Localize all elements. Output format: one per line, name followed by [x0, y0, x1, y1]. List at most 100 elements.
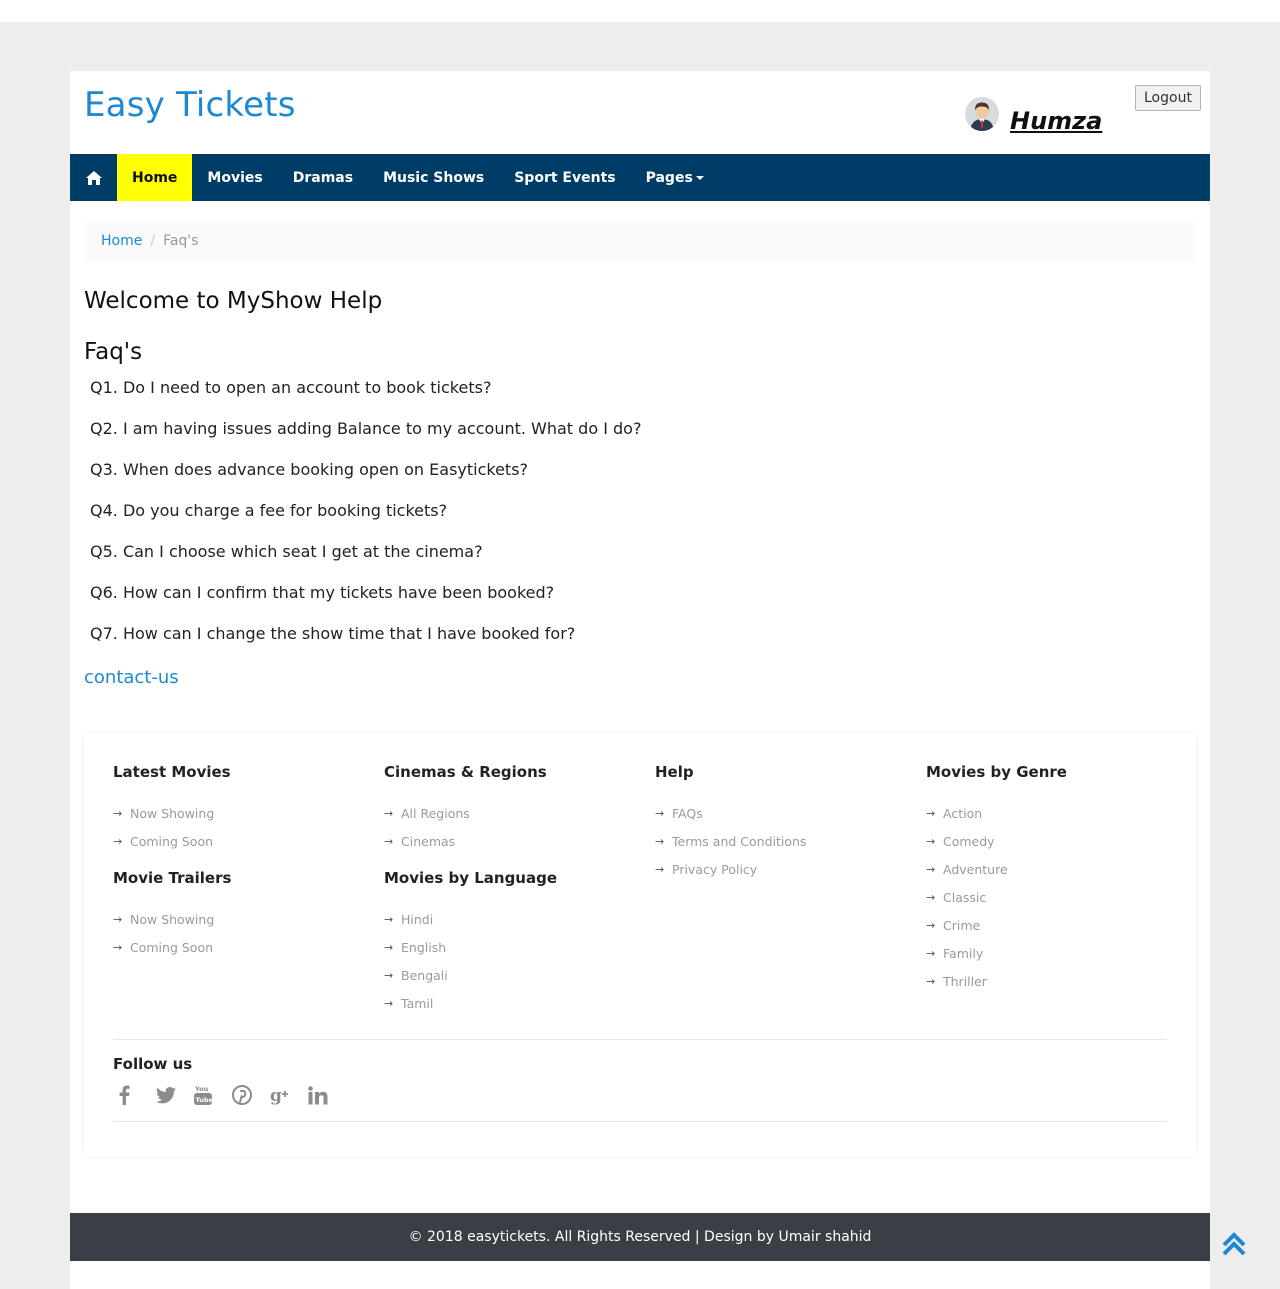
faq-question[interactable]: Q4. Do you charge a fee for booking tick… — [90, 501, 641, 542]
home-icon[interactable] — [70, 154, 117, 201]
arrow-right-icon: → — [926, 946, 936, 960]
footer-list-cinemas-regions: → All Regions → Cinemas — [384, 799, 644, 855]
arrow-right-icon: → — [655, 806, 665, 820]
footer-list-help: → FAQs → Terms and Conditions → Privacy Pol… — [655, 799, 915, 883]
facebook-icon[interactable] — [118, 1081, 156, 1109]
caret-down-icon — [695, 175, 704, 180]
footer-link-label: Crime — [943, 917, 981, 933]
faq-question[interactable]: Q2. I am having issues adding Balance to… — [90, 419, 641, 460]
footer-heading-cinemas-regions: Cinemas & Regions — [384, 763, 547, 781]
faq-question[interactable]: Q7. How can I change the show time that … — [90, 624, 641, 665]
nav-pages-dropdown[interactable]: Pages — [631, 154, 719, 201]
scroll-to-top-icon[interactable] — [1218, 1225, 1250, 1261]
footer-column-1: Latest Movies → Now Showing → Coming Soon … — [113, 763, 373, 975]
breadcrumb: Home / Faq's — [84, 221, 1196, 261]
faq-list: Q1. Do I need to open an account to book… — [90, 378, 641, 665]
footer-divider — [113, 1039, 1167, 1040]
footer-link-label: Privacy Policy — [672, 861, 758, 877]
footer-link-privacy[interactable]: → Privacy Policy — [655, 855, 915, 883]
arrow-right-icon: → — [384, 806, 394, 820]
footer-link-all-regions[interactable]: → All Regions — [384, 799, 644, 827]
nav-music-shows[interactable]: Music Shows — [368, 154, 499, 201]
footer-link-tamil[interactable]: → Tamil — [384, 989, 644, 1017]
social-icons: You Tube g — [118, 1081, 346, 1109]
footer-list-movie-trailers: → Now Showing → Coming Soon — [113, 905, 373, 961]
footer-link-comedy[interactable]: → Comedy — [926, 827, 1186, 855]
breadcrumb-home-link[interactable]: Home — [101, 233, 142, 249]
footer-link-bengali[interactable]: → Bengali — [384, 961, 644, 989]
footer-link-action[interactable]: → Action — [926, 799, 1186, 827]
contact-us-link[interactable]: contact-us — [84, 667, 179, 688]
footer-link-label: Classic — [943, 889, 987, 905]
footer-heading-latest-movies: Latest Movies — [113, 763, 231, 781]
footer-links-panel: Latest Movies → Now Showing → Coming Soon … — [84, 733, 1196, 1157]
footer-link-label: Action — [943, 805, 983, 821]
footer-link-adventure[interactable]: → Adventure — [926, 855, 1186, 883]
breadcrumb-separator: / — [150, 233, 156, 249]
footer-column-4: Movies by Genre → Action → Comedy → Adventu… — [926, 763, 1186, 1009]
arrow-right-icon: → — [926, 806, 936, 820]
arrow-right-icon: → — [113, 940, 123, 954]
footer-link-label: Thriller — [943, 973, 987, 989]
arrow-right-icon: → — [926, 862, 936, 876]
footer-link-thriller[interactable]: → Thriller — [926, 967, 1186, 995]
footer-column-2: Cinemas & Regions → All Regions → Cinemas … — [384, 763, 644, 1031]
footer-link-label: Coming Soon — [130, 833, 214, 849]
nav-pages-label: Pages — [645, 169, 693, 186]
svg-text:g: g — [270, 1086, 282, 1105]
faq-question[interactable]: Q3. When does advance booking open on Ea… — [90, 460, 641, 501]
footer-link-coming-soon[interactable]: → Coming Soon — [113, 827, 373, 855]
linkedin-icon[interactable] — [308, 1081, 346, 1109]
arrow-right-icon: → — [113, 912, 123, 926]
footer-link-label: FAQs — [672, 805, 703, 821]
faq-question[interactable]: Q6. How can I confirm that my tickets ha… — [90, 583, 641, 624]
arrow-right-icon: → — [113, 806, 123, 820]
svg-text:You: You — [194, 1085, 209, 1093]
arrow-right-icon: → — [384, 834, 394, 848]
google-plus-icon[interactable]: g — [270, 1081, 308, 1109]
footer-link-crime[interactable]: → Crime — [926, 911, 1186, 939]
arrow-right-icon: → — [926, 890, 936, 904]
footer-link-terms[interactable]: → Terms and Conditions — [655, 827, 915, 855]
page-container: Easy Tickets Humza Logout Home Movies Dr… — [70, 71, 1210, 1289]
footer-link-label: Cinemas — [401, 833, 456, 849]
footer-link-trailers-now-showing[interactable]: → Now Showing — [113, 905, 373, 933]
arrow-right-icon: → — [926, 834, 936, 848]
arrow-right-icon: → — [926, 974, 936, 988]
footer-link-label: Terms and Conditions — [672, 833, 807, 849]
footer-link-label: Now Showing — [130, 911, 215, 927]
top-strip — [0, 0, 1280, 22]
arrow-right-icon: → — [384, 968, 394, 982]
arrow-right-icon: → — [384, 912, 394, 926]
footer-divider-bottom — [113, 1121, 1167, 1122]
youtube-icon[interactable]: You Tube — [194, 1081, 232, 1109]
svg-text:Tube: Tube — [196, 1096, 213, 1104]
arrow-right-icon: → — [655, 862, 665, 876]
faq-question[interactable]: Q1. Do I need to open an account to book… — [90, 378, 641, 419]
brand-logo-link[interactable]: Easy Tickets — [84, 85, 296, 125]
nav-home[interactable]: Home — [117, 154, 193, 201]
arrow-right-icon: → — [384, 940, 394, 954]
logout-button[interactable]: Logout — [1135, 85, 1201, 111]
footer-link-english[interactable]: → English — [384, 933, 644, 961]
footer-link-label: Hindi — [401, 911, 434, 927]
footer-link-now-showing[interactable]: → Now Showing — [113, 799, 373, 827]
footer-link-faqs[interactable]: → FAQs — [655, 799, 915, 827]
nav-movies[interactable]: Movies — [192, 154, 277, 201]
footer-link-cinemas[interactable]: → Cinemas — [384, 827, 644, 855]
main-navbar: Home Movies Dramas Music Shows Sport Eve… — [70, 154, 1210, 201]
footer-link-hindi[interactable]: → Hindi — [384, 905, 644, 933]
footer-list-movies-by-genre: → Action → Comedy → Adventure → Classic → Cri… — [926, 799, 1186, 995]
arrow-right-icon: → — [384, 996, 394, 1010]
footer-link-classic[interactable]: → Classic — [926, 883, 1186, 911]
nav-dramas[interactable]: Dramas — [278, 154, 368, 201]
faq-heading: Faq's — [84, 339, 143, 365]
nav-sport-events[interactable]: Sport Events — [499, 154, 630, 201]
twitter-icon[interactable] — [156, 1081, 194, 1109]
pinterest-icon[interactable] — [232, 1081, 270, 1109]
user-name-link[interactable]: Humza — [1010, 107, 1102, 135]
footer-link-family[interactable]: → Family — [926, 939, 1186, 967]
footer-link-trailers-coming-soon[interactable]: → Coming Soon — [113, 933, 373, 961]
arrow-right-icon: → — [655, 834, 665, 848]
faq-question[interactable]: Q5. Can I choose which seat I get at the… — [90, 542, 641, 583]
